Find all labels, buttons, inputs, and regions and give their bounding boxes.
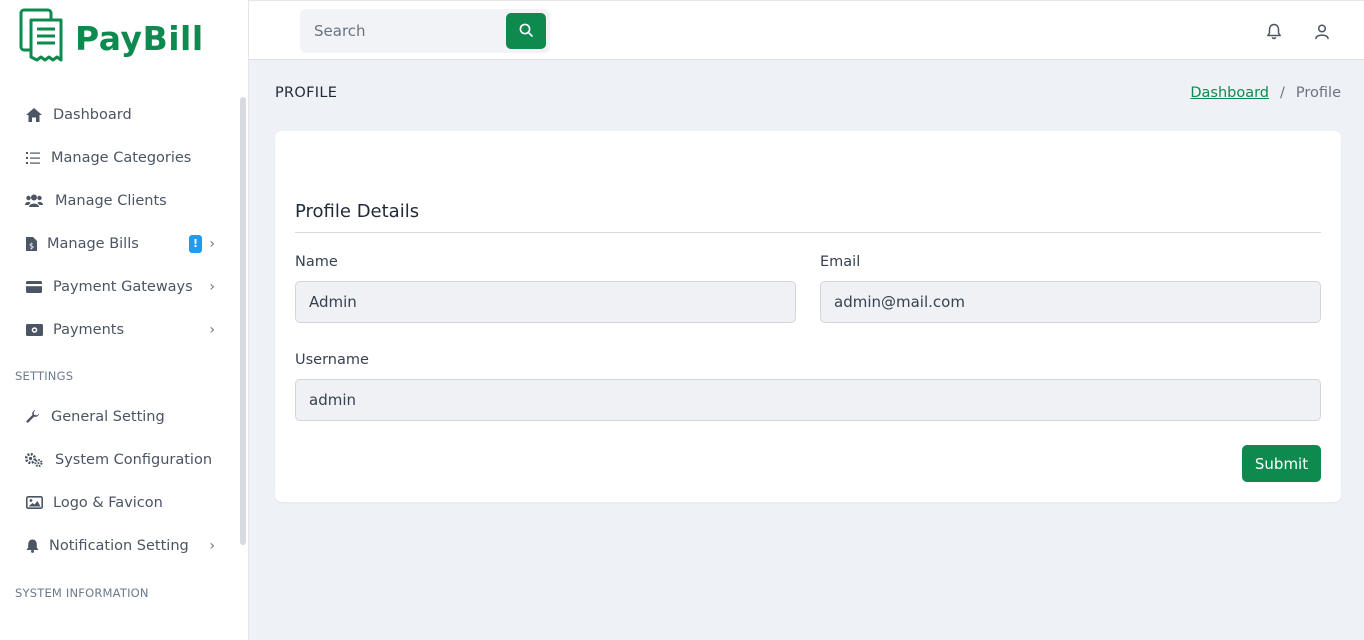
breadcrumb: Dashboard / Profile [1190,85,1341,101]
image-icon [24,495,44,511]
sidebar-scrollbar[interactable] [240,97,246,545]
chevron-right-icon: › [209,235,215,252]
breadcrumb-dashboard-link[interactable]: Dashboard [1190,85,1269,101]
topbar [249,0,1364,60]
username-field[interactable]: admin [295,379,1321,421]
sidebar-item-notification-setting[interactable]: Notification Setting › [0,524,238,567]
sidebar-item-payments[interactable]: Payments › [0,308,238,351]
sidebar-item-label: General Setting [51,408,165,425]
sidebar-item-manage-categories[interactable]: Manage Categories [0,136,238,179]
sidebar-item-logo-favicon[interactable]: Logo & Favicon [0,481,238,524]
sidebar-item-label: Payment Gateways [53,278,193,295]
profile-details-title: Profile Details [295,201,420,222]
sidebar-item-system-configuration[interactable]: System Configuration [0,438,238,481]
brand-name: PayBill [75,18,204,58]
system-information-section-title: SYSTEM INFORMATION [15,586,149,600]
sidebar-item-label: System Configuration [55,451,213,468]
bell-icon [24,538,40,554]
list-icon [24,150,42,166]
logo[interactable]: PayBill [19,7,204,69]
sidebar-item-label: Manage Bills [47,235,139,252]
bell-icon[interactable] [1264,21,1284,41]
sidebar-item-payment-gateways[interactable]: Payment Gateways › [0,265,238,308]
file-dollar-icon: $ [24,236,38,252]
breadcrumb-separator: / [1280,85,1285,101]
search-box [300,9,550,53]
search-button[interactable] [506,13,546,49]
chevron-right-icon: › [209,278,215,295]
wrench-icon [24,409,42,425]
search-icon [519,22,533,41]
email-label: Email [820,254,861,270]
breadcrumb-current: Profile [1295,85,1341,101]
profile-card: Profile Details Name Admin Email admin@m… [275,131,1341,502]
sidebar-nav: Dashboard Manage Categories Manage Clien… [0,93,238,608]
sidebar-item-label: Manage Categories [51,149,192,166]
username-label: Username [295,352,369,368]
sidebar-item-manage-bills[interactable]: $ Manage Bills ! › [0,222,238,265]
email-field[interactable]: admin@mail.com [820,281,1321,323]
sidebar-item-label: Payments [53,321,125,338]
chevron-right-icon: › [209,537,215,554]
name-label: Name [295,254,338,270]
settings-section-title: SETTINGS [15,369,74,383]
chevron-right-icon: › [209,321,215,338]
sidebar-item-label: Logo & Favicon [53,494,163,511]
sidebar-item-label: Dashboard [53,106,132,123]
home-icon [24,107,44,123]
sidebar: PayBill Dashboard Manage Categories Mana… [0,0,249,640]
credit-card-icon [24,279,44,295]
alert-badge: ! [189,234,202,253]
search-input[interactable] [300,9,505,53]
sidebar-item-manage-clients[interactable]: Manage Clients [0,179,238,222]
svg-text:$: $ [28,241,33,250]
submit-button[interactable]: Submit [1242,445,1321,482]
users-icon [24,193,44,209]
sidebar-item-label: Manage Clients [55,192,167,209]
sidebar-item-label: Notification Setting [49,537,189,554]
sidebar-item-dashboard[interactable]: Dashboard [0,93,238,136]
card-divider [295,232,1321,233]
page-title: PROFILE [275,85,338,101]
cogs-icon [24,452,44,468]
paybill-logo-icon [19,7,67,69]
name-field[interactable]: Admin [295,281,796,323]
sidebar-item-general-setting[interactable]: General Setting [0,395,238,438]
money-icon [24,322,44,338]
user-icon[interactable] [1312,21,1332,41]
